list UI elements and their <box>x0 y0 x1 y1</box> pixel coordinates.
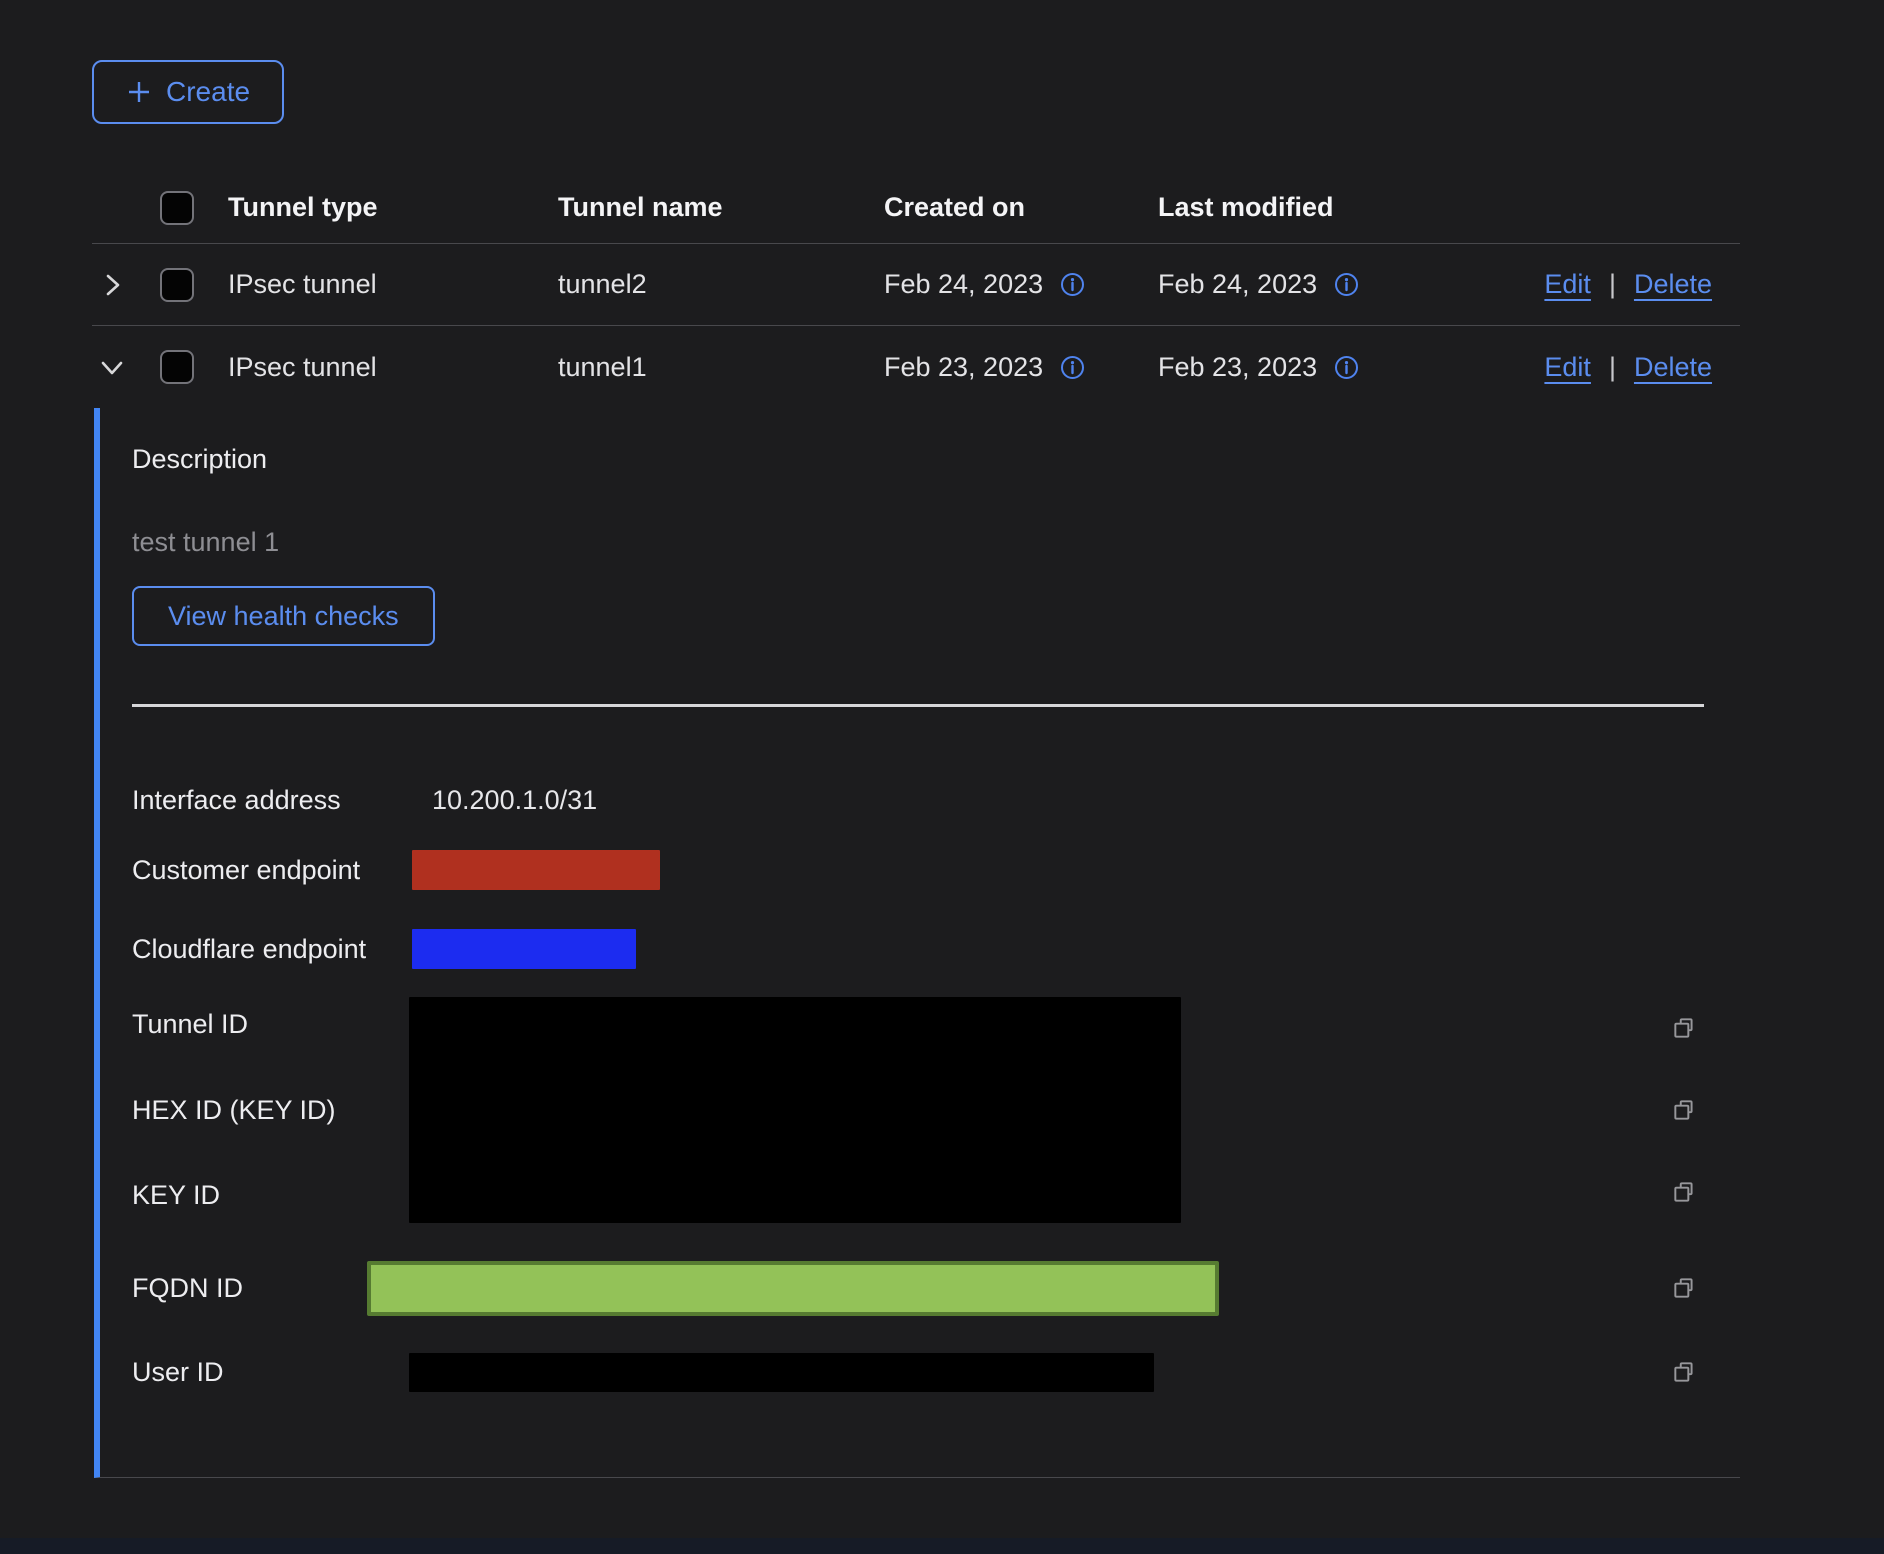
header-last-modified: Last modified <box>1158 192 1740 223</box>
table-header-row: Tunnel type Tunnel name Created on Last … <box>92 172 1740 244</box>
section-divider <box>132 704 1704 707</box>
cell-last-modified: Feb 24, 2023 <box>1158 269 1317 300</box>
cloudflare-endpoint-label: Cloudflare endpoint <box>132 934 412 965</box>
copy-icon[interactable] <box>1671 1359 1697 1385</box>
cell-last-modified: Feb 23, 2023 <box>1158 352 1317 383</box>
field-row-fqdn-id: FQDN ID <box>132 1245 1704 1331</box>
customer-endpoint-label: Customer endpoint <box>132 855 412 886</box>
view-health-checks-button[interactable]: View health checks <box>132 586 435 646</box>
cell-tunnel-name: tunnel2 <box>558 269 884 300</box>
copy-icon[interactable] <box>1671 1015 1697 1041</box>
cloudflare-endpoint-redacted-value <box>412 929 636 969</box>
delete-link[interactable]: Delete <box>1634 269 1712 300</box>
delete-link[interactable]: Delete <box>1634 352 1712 383</box>
interface-address-label: Interface address <box>132 785 412 816</box>
interface-address-value: 10.200.1.0/31 <box>412 785 1664 816</box>
copy-icon[interactable] <box>1671 1275 1697 1301</box>
cell-tunnel-name: tunnel1 <box>558 352 884 383</box>
cell-tunnel-type: IPsec tunnel <box>228 269 558 300</box>
bottom-window-strip <box>0 1538 1884 1554</box>
create-button-label: Create <box>166 76 250 108</box>
header-created-on: Created on <box>884 192 1158 223</box>
customer-endpoint-redacted-value <box>412 850 660 890</box>
select-all-checkbox[interactable] <box>160 191 194 225</box>
info-icon[interactable] <box>1333 271 1360 298</box>
description-label: Description <box>132 444 1704 475</box>
user-id-redacted-value <box>409 1353 1154 1392</box>
key-id-label: KEY ID <box>132 1180 412 1211</box>
chevron-right-icon[interactable] <box>92 271 148 299</box>
action-separator: | <box>1609 269 1616 300</box>
row-checkbox[interactable] <box>160 268 194 302</box>
row-checkbox[interactable] <box>160 350 194 384</box>
cell-tunnel-type: IPsec tunnel <box>228 352 558 383</box>
cell-created-on: Feb 23, 2023 <box>884 352 1043 383</box>
field-row-cloudflare-endpoint: Cloudflare endpoint <box>132 909 1704 989</box>
fqdn-id-redacted-value <box>367 1261 1219 1316</box>
create-button[interactable]: Create <box>92 60 284 124</box>
field-row-ids: Tunnel ID HEX ID (KEY ID) KEY ID <box>132 997 1704 1223</box>
info-icon[interactable] <box>1059 354 1086 381</box>
edit-link[interactable]: Edit <box>1544 352 1591 383</box>
ids-redacted-value <box>409 997 1181 1223</box>
tunnel-table: Tunnel type Tunnel name Created on Last … <box>92 172 1740 1478</box>
info-icon[interactable] <box>1333 354 1360 381</box>
table-row: IPsec tunnel tunnel1 Feb 23, 2023 Feb 23… <box>92 326 1740 408</box>
hex-id-label: HEX ID (KEY ID) <box>132 1095 412 1126</box>
field-row-interface-address: Interface address 10.200.1.0/31 <box>132 769 1704 831</box>
header-tunnel-name: Tunnel name <box>558 192 884 223</box>
table-row: IPsec tunnel tunnel2 Feb 24, 2023 Feb 24… <box>92 244 1740 326</box>
edit-link[interactable]: Edit <box>1544 269 1591 300</box>
expanded-row-detail: Description test tunnel 1 View health ch… <box>94 408 1740 1478</box>
copy-icon[interactable] <box>1671 1179 1697 1205</box>
user-id-label: User ID <box>132 1357 412 1388</box>
chevron-down-icon[interactable] <box>92 353 148 381</box>
field-row-user-id: User ID <box>132 1337 1704 1407</box>
header-tunnel-type: Tunnel type <box>228 192 558 223</box>
copy-icon[interactable] <box>1671 1097 1697 1123</box>
plus-icon <box>126 79 152 105</box>
cell-created-on: Feb 24, 2023 <box>884 269 1043 300</box>
action-separator: | <box>1609 352 1616 383</box>
tunnel-id-label: Tunnel ID <box>132 1009 412 1040</box>
description-value: test tunnel 1 <box>132 527 1704 558</box>
field-row-customer-endpoint: Customer endpoint <box>132 831 1704 909</box>
info-icon[interactable] <box>1059 271 1086 298</box>
